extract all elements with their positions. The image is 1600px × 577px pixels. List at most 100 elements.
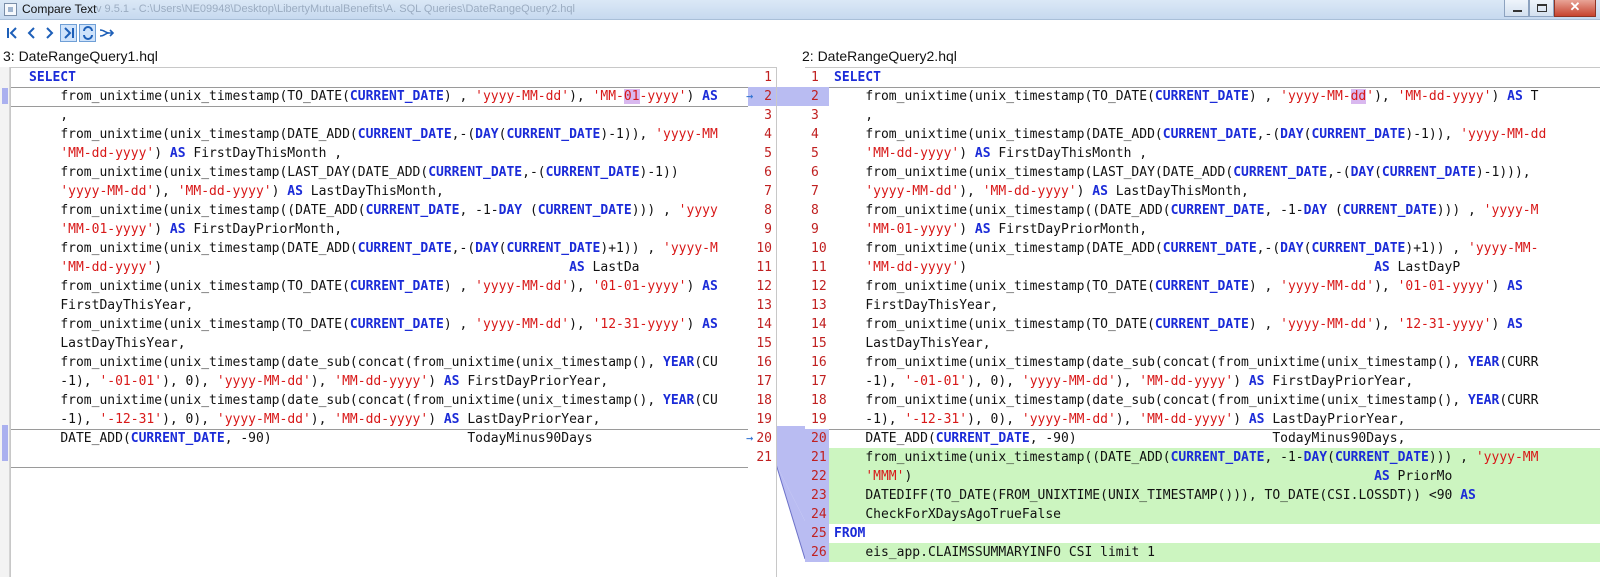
code-line[interactable]: from_unixtime(unix_timestamp(date_sub(co… [11, 391, 748, 410]
code-line[interactable]: 'MM-dd-yyyy') AS LastDa [11, 258, 748, 277]
code-line[interactable]: 'MM-dd-yyyy') AS LastDayP [829, 258, 1600, 277]
code-line[interactable]: from_unixtime(unix_timestamp(DATE_ADD(CU… [829, 239, 1600, 258]
line-number: 7 [811, 184, 819, 199]
code-line[interactable]: from_unixtime(unix_timestamp(TO_DATE(CUR… [829, 315, 1600, 334]
code-line[interactable]: from_unixtime(unix_timestamp(TO_DATE(CUR… [829, 87, 1600, 106]
line-number: 23 [811, 488, 827, 503]
code-line[interactable]: 'MM-dd-yyyy') AS FirstDayThisMonth , [829, 144, 1600, 163]
line-number: 20 → [746, 431, 772, 446]
previous-difference-icon [27, 27, 35, 39]
code-line[interactable]: from_unixtime(unix_timestamp(date_sub(co… [829, 391, 1600, 410]
line-number: 4 [764, 127, 772, 142]
diff-block-separator [11, 467, 748, 468]
code-line[interactable]: FROM [829, 524, 1600, 543]
last-difference-button[interactable] [60, 24, 77, 42]
line-number: 10 [756, 241, 772, 256]
line-number: 5 [811, 146, 819, 161]
diff-marker[interactable] [2, 425, 8, 461]
code-line[interactable]: DATEDIFF(TO_DATE(FROM_UNIXTIME(UNIX_TIME… [829, 486, 1600, 505]
code-line[interactable]: CheckForXDaysAgoTrueFalse [829, 505, 1600, 524]
code-line[interactable]: from_unixtime(unix_timestamp(TO_DATE(CUR… [11, 277, 748, 296]
code-line[interactable]: from_unixtime(unix_timestamp(TO_DATE(CUR… [11, 315, 748, 334]
diff-marker[interactable] [2, 88, 8, 104]
code-line[interactable]: DATE_ADD(CURRENT_DATE, -90) TodayMinus90… [11, 429, 748, 448]
code-line[interactable]: LastDayThisYear, [11, 334, 748, 353]
line-number: 4 [811, 127, 819, 142]
code-line[interactable]: eis_app.CLAIMSSUMMARYINFO CSI limit 1 [829, 543, 1600, 562]
line-number: 11 [756, 260, 772, 275]
code-line[interactable]: FirstDayThisYear, [829, 296, 1600, 315]
right-file-title: 2: DateRangeQuery2.hql [802, 48, 957, 64]
first-difference-button[interactable] [3, 24, 20, 42]
line-number: 9 [811, 222, 819, 237]
code-line[interactable]: from_unixtime(unix_timestamp(TO_DATE(CUR… [11, 87, 748, 106]
toolbar [0, 21, 1600, 45]
code-line[interactable] [11, 448, 748, 467]
code-line[interactable]: -1), '-12-31'), 0), 'yyyy-MM-dd'), 'MM-d… [829, 410, 1600, 429]
code-line[interactable]: from_unixtime(unix_timestamp(TO_DATE(CUR… [829, 277, 1600, 296]
code-line[interactable]: , [829, 106, 1600, 125]
line-number: 25 [811, 526, 827, 541]
next-difference-button[interactable] [41, 24, 58, 42]
minimize-button[interactable] [1504, 0, 1529, 17]
line-number: 21 [756, 450, 772, 465]
previous-difference-button[interactable] [22, 24, 39, 42]
code-line[interactable]: -1), '-01-01'), 0), 'yyyy-MM-dd'), 'MM-d… [11, 372, 748, 391]
code-line[interactable]: from_unixtime(unix_timestamp(date_sub(co… [11, 353, 748, 372]
right-code-pane[interactable]: SELECT from_unixtime(unix_timestamp(TO_D… [829, 67, 1600, 577]
code-line[interactable]: -1), '-01-01'), 0), 'yyyy-MM-dd'), 'MM-d… [829, 372, 1600, 391]
code-line[interactable]: 'MM-01-yyyy') AS FirstDayPriorMonth, [11, 220, 748, 239]
close-button[interactable]: ✕ [1554, 0, 1596, 17]
compare-app-icon [4, 3, 17, 16]
code-line[interactable]: 'yyyy-MM-dd'), 'MM-dd-yyyy') AS LastDayT… [11, 182, 748, 201]
last-difference-icon [63, 27, 74, 39]
line-number: 26 [811, 545, 827, 560]
line-number: 3 [811, 108, 819, 123]
sync-scroll-button[interactable] [79, 24, 96, 42]
code-line[interactable]: from_unixtime(unix_timestamp((DATE_ADD(C… [11, 201, 748, 220]
maximize-button[interactable] [1529, 0, 1554, 17]
code-line[interactable]: SELECT [11, 68, 748, 87]
code-line[interactable]: DATE_ADD(CURRENT_DATE, -90) TodayMinus90… [829, 429, 1600, 448]
code-line[interactable]: SELECT [829, 68, 1600, 87]
code-line[interactable]: from_unixtime(unix_timestamp(LAST_DAY(DA… [11, 163, 748, 182]
line-number: 13 [756, 298, 772, 313]
line-number: 12 [756, 279, 772, 294]
code-line[interactable]: from_unixtime(unix_timestamp((DATE_ADD(C… [829, 448, 1600, 467]
line-number: 14 [756, 317, 772, 332]
line-number: 17 [811, 374, 827, 389]
code-line[interactable]: from_unixtime(unix_timestamp(LAST_DAY(DA… [829, 163, 1600, 182]
line-number: 18 [811, 393, 827, 408]
right-line-numbers: 1 2 3 4 5 6 7 8 9 10 11 12 13 14 15 16 17 18 19 20 21 22 23 24 2… [805, 67, 829, 577]
diff-block-separator [829, 87, 1600, 88]
code-line[interactable]: 'MM-dd-yyyy') AS FirstDayThisMonth , [11, 144, 748, 163]
line-number: 21 [811, 450, 827, 465]
next-difference-icon [45, 27, 53, 39]
code-line[interactable]: 'MM-01-yyyy') AS FirstDayPriorMonth, [829, 220, 1600, 239]
code-line[interactable]: from_unixtime(unix_timestamp(DATE_ADD(CU… [11, 239, 748, 258]
char-diff-highlight: dd [1350, 89, 1367, 104]
code-line[interactable]: FirstDayThisYear, [11, 296, 748, 315]
code-line[interactable]: 'yyyy-MM-dd'), 'MM-dd-yyyy') AS LastDayT… [829, 182, 1600, 201]
line-number: 18 [756, 393, 772, 408]
code-line[interactable]: 'MMM') AS PriorMo [829, 467, 1600, 486]
first-difference-icon [6, 27, 17, 39]
code-line[interactable]: -1), '-12-31'), 0), 'yyyy-MM-dd'), 'MM-d… [11, 410, 748, 429]
left-overview-strip[interactable] [0, 67, 10, 577]
merge-button[interactable] [98, 24, 115, 42]
code-line[interactable]: from_unixtime(unix_timestamp(date_sub(co… [829, 353, 1600, 372]
window-controls: ✕ [1504, 0, 1596, 18]
minimize-icon [1513, 10, 1522, 12]
line-number: 22 [811, 469, 827, 484]
left-code-pane[interactable]: SELECT from_unixtime(unix_timestamp(TO_D… [10, 67, 748, 577]
line-number: 10 [811, 241, 827, 256]
code-line[interactable]: from_unixtime(unix_timestamp(DATE_ADD(CU… [829, 125, 1600, 144]
code-line[interactable]: LastDayThisYear, [829, 334, 1600, 353]
line-number: 19 [811, 412, 827, 427]
line-number: 1 [811, 70, 819, 85]
code-line[interactable]: , [11, 106, 748, 125]
line-number: 24 [811, 507, 827, 522]
code-line[interactable]: from_unixtime(unix_timestamp((DATE_ADD(C… [829, 201, 1600, 220]
pane-divider[interactable] [776, 67, 777, 577]
code-line[interactable]: from_unixtime(unix_timestamp(DATE_ADD(CU… [11, 125, 748, 144]
